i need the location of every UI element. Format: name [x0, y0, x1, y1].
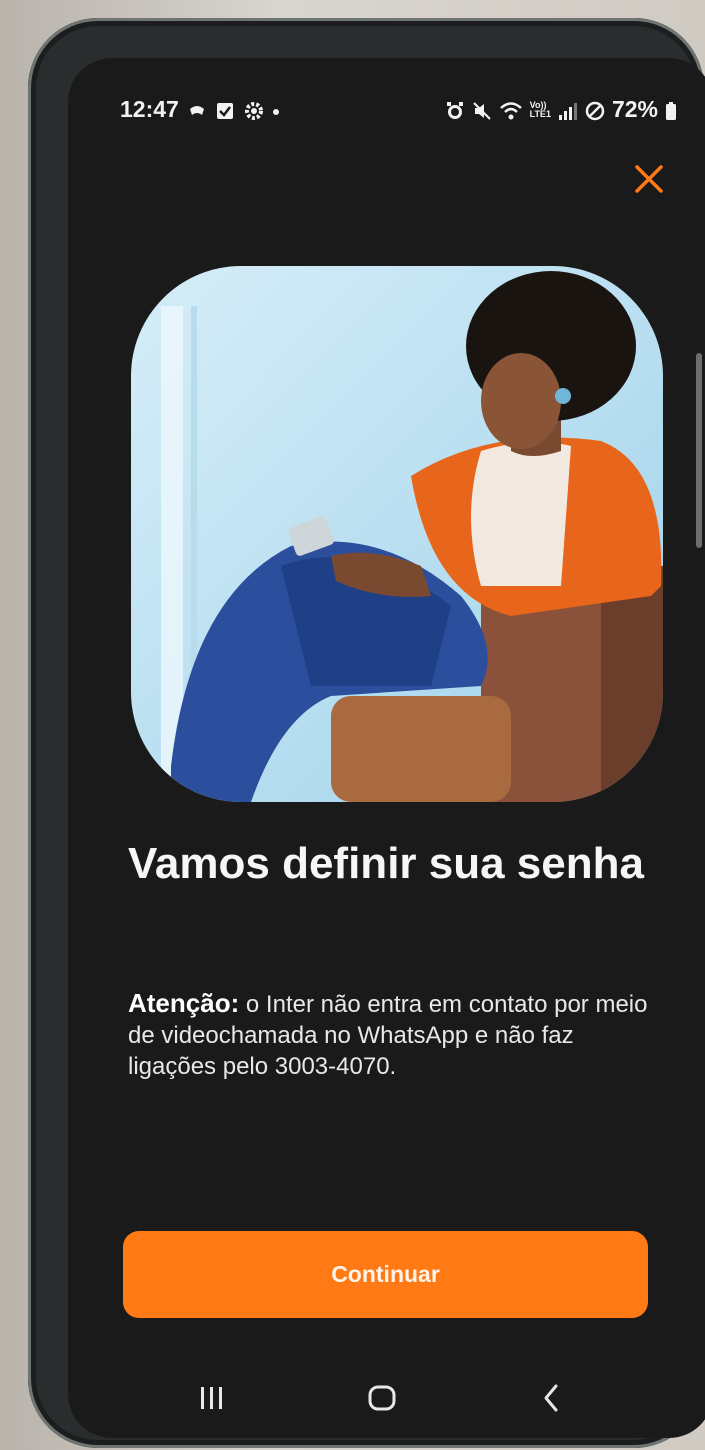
status-bar: 12:47 Vo)) LTE1 72% — [68, 58, 705, 158]
page-title: Vamos definir sua senha — [128, 839, 644, 888]
notification-icon — [187, 100, 207, 120]
back-icon — [544, 1384, 558, 1412]
close-button[interactable] — [628, 158, 670, 200]
home-icon — [368, 1385, 396, 1411]
back-button[interactable] — [530, 1378, 574, 1418]
alarm-icon — [445, 100, 465, 120]
wifi-icon — [499, 100, 523, 120]
battery-percent: 72% — [611, 96, 658, 122]
check-square-icon — [215, 100, 235, 120]
signal-icon — [558, 100, 578, 120]
volte-lte-icon: Vo)) LTE1 — [529, 99, 551, 119]
continue-button[interactable]: Continuar — [123, 1231, 648, 1318]
navigation-bar — [68, 1358, 705, 1438]
battery-icon — [665, 100, 677, 120]
mute-icon — [472, 100, 492, 120]
clock: 12:47 — [120, 96, 179, 122]
recents-icon — [201, 1387, 222, 1409]
hero-image — [131, 266, 663, 802]
close-icon — [635, 165, 663, 193]
dot-icon — [271, 100, 281, 120]
do-not-disturb-icon — [585, 100, 605, 120]
security-notice: Atenção: o Inter não entra em contato po… — [128, 988, 658, 1082]
settings-gear-icon — [243, 100, 263, 120]
recents-button[interactable] — [190, 1378, 234, 1418]
home-button[interactable] — [360, 1378, 404, 1418]
notice-prefix: Atenção: — [128, 988, 240, 1018]
phone-frame: 12:47 Vo)) LTE1 72% Vamos definir sua se… — [28, 18, 705, 1448]
screen: 12:47 Vo)) LTE1 72% Vamos definir sua se… — [68, 58, 705, 1438]
scrollbar[interactable] — [696, 353, 702, 548]
